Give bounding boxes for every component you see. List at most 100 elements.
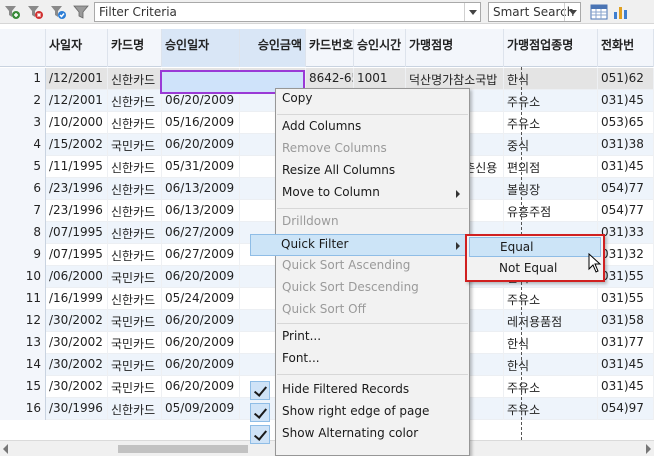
menu-item-show-right-edge-of-page[interactable]: Show right edge of page	[250, 402, 468, 424]
table-cell[interactable]: /11/1995	[46, 156, 108, 178]
table-cell[interactable]: 볼링장	[504, 178, 598, 200]
row-number[interactable]: 7	[0, 200, 46, 222]
table-cell[interactable]: 06/20/2009	[162, 376, 240, 398]
row-number[interactable]: 1	[0, 68, 46, 90]
table-cell[interactable]: 06/20/2009	[162, 266, 240, 288]
table-cell[interactable]: 국민카드	[108, 354, 162, 376]
table-cell[interactable]: 주유소	[504, 398, 598, 420]
table-cell[interactable]: 031)45	[598, 156, 654, 178]
table-cell[interactable]: /30/2002	[46, 354, 108, 376]
table-cell[interactable]: 031)45	[598, 376, 654, 398]
menu-item-print[interactable]: Print...	[277, 327, 468, 349]
row-number[interactable]: 3	[0, 112, 46, 134]
menu-item-copy[interactable]: Copy	[277, 89, 468, 111]
table-cell[interactable]: 054)77	[598, 200, 654, 222]
column-header[interactable]: 가맹점명	[406, 29, 504, 67]
column-header[interactable]: 카드명	[108, 29, 162, 67]
table-cell[interactable]: 주유소	[504, 376, 598, 398]
row-number[interactable]: 9	[0, 244, 46, 266]
menu-item-quick-sort-descending[interactable]: Quick Sort Descending	[277, 278, 468, 300]
table-cell[interactable]: 한식	[504, 68, 598, 90]
menu-item-show-alternating-color[interactable]: Show Alternating color	[250, 424, 468, 446]
table-cell[interactable]: 06/20/2009	[162, 354, 240, 376]
table-cell[interactable]: 신한카드	[108, 178, 162, 200]
table-cell[interactable]: 031)45	[598, 354, 654, 376]
table-cell[interactable]: /10/2000	[46, 112, 108, 134]
column-header[interactable]: 가맹점업종명	[504, 29, 598, 67]
table-cell[interactable]: 중식	[504, 134, 598, 156]
table-cell[interactable]: 06/20/2009	[162, 134, 240, 156]
table-cell[interactable]: 신한카드	[108, 156, 162, 178]
menu-item-remove-columns[interactable]: Remove Columns	[277, 139, 468, 161]
chevron-down-icon[interactable]	[564, 3, 580, 21]
menu-item-quick-filter[interactable]: Quick Filter	[250, 234, 469, 256]
column-header[interactable]: 승인시간	[354, 29, 406, 67]
table-cell[interactable]: 05/31/2009	[162, 156, 240, 178]
row-number[interactable]: 10	[0, 266, 46, 288]
menu-item-font[interactable]: Font...	[277, 349, 468, 371]
menu-item-add-columns[interactable]: Add Columns	[277, 117, 468, 139]
table-cell[interactable]: /07/1995	[46, 244, 108, 266]
table-cell[interactable]: 신한카드	[108, 68, 162, 90]
table-cell[interactable]: 054)77	[598, 178, 654, 200]
table-cell[interactable]: 국민카드	[108, 134, 162, 156]
table-cell[interactable]: /23/1996	[46, 200, 108, 222]
table-cell[interactable]: 신한카드	[108, 398, 162, 420]
table-cell[interactable]: 주유소	[504, 288, 598, 310]
table-cell[interactable]: 031)38	[598, 134, 654, 156]
table-cell[interactable]: 05/16/2009	[162, 112, 240, 134]
row-number[interactable]: 11	[0, 288, 46, 310]
table-cell[interactable]: 신한카드	[108, 222, 162, 244]
row-number[interactable]: 12	[0, 310, 46, 332]
table-cell[interactable]: /23/1996	[46, 178, 108, 200]
table-cell[interactable]: 031)55	[598, 266, 654, 288]
submenu-item-not-equal[interactable]: Not Equal	[469, 259, 601, 279]
table-row[interactable]: 1/12/2001신한카드06/20/2009165008642-651001덕…	[0, 68, 654, 90]
table-cell[interactable]: 06/13/2009	[162, 200, 240, 222]
apply-filter-icon[interactable]	[49, 3, 67, 21]
table-cell[interactable]: 국민카드	[108, 266, 162, 288]
table-cell[interactable]: 06/27/2009	[162, 222, 240, 244]
table-cell[interactable]: 편의점	[504, 156, 598, 178]
table-cell[interactable]: 06/20/2009	[162, 90, 240, 112]
table-cell[interactable]: /12/2001	[46, 68, 108, 90]
table-cell[interactable]: 주유소	[504, 112, 598, 134]
submenu-item-equal[interactable]: Equal	[469, 237, 601, 257]
row-number[interactable]: 8	[0, 222, 46, 244]
table-cell[interactable]: 031)45	[598, 90, 654, 112]
table-cell[interactable]: 054)97	[598, 398, 654, 420]
add-filter-icon[interactable]	[3, 3, 21, 21]
table-cell[interactable]: /30/2002	[46, 376, 108, 398]
table-cell[interactable]: /12/2001	[46, 90, 108, 112]
table-cell[interactable]: 신한카드	[108, 90, 162, 112]
table-cell[interactable]: 031)77	[598, 332, 654, 354]
column-header[interactable]: 승인금액	[240, 29, 306, 67]
row-number[interactable]: 13	[0, 332, 46, 354]
table-cell[interactable]: 8642-65	[306, 68, 354, 90]
menu-item-drilldown[interactable]: Drilldown	[277, 212, 468, 234]
table-cell[interactable]: 06/20/2009	[162, 310, 240, 332]
table-cell[interactable]: /30/2002	[46, 332, 108, 354]
column-header[interactable]: 사일자	[46, 29, 108, 67]
grid-view-icon[interactable]	[590, 3, 608, 21]
row-number[interactable]: 4	[0, 134, 46, 156]
table-cell[interactable]: 1001	[354, 68, 406, 90]
table-cell[interactable]: 신한카드	[108, 288, 162, 310]
table-cell[interactable]: /30/1996	[46, 398, 108, 420]
row-number[interactable]: 5	[0, 156, 46, 178]
table-cell[interactable]: 레저용품점	[504, 310, 598, 332]
table-cell[interactable]: /16/1999	[46, 288, 108, 310]
row-number[interactable]: 6	[0, 178, 46, 200]
menu-item-move-to-column[interactable]: Move to Column	[277, 183, 468, 205]
table-cell[interactable]: /07/1995	[46, 222, 108, 244]
table-cell[interactable]: 06/13/2009	[162, 178, 240, 200]
table-cell[interactable]: 031)55	[598, 288, 654, 310]
table-cell[interactable]: 05/09/2009	[162, 398, 240, 420]
table-cell[interactable]: 신한카드	[108, 200, 162, 222]
table-cell[interactable]: 국민카드	[108, 376, 162, 398]
table-cell[interactable]: 국민카드	[108, 332, 162, 354]
table-cell[interactable]: 05/24/2009	[162, 288, 240, 310]
chart-icon[interactable]	[612, 3, 630, 21]
table-cell[interactable]: /06/2000	[46, 266, 108, 288]
table-cell[interactable]: 031)58	[598, 310, 654, 332]
